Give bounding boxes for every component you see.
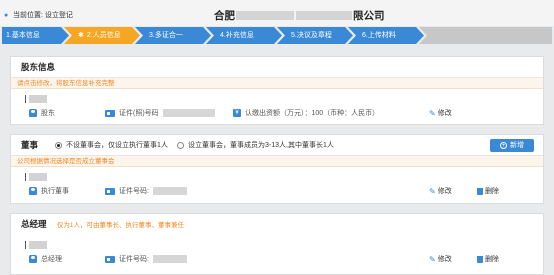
breadcrumb: ● 当前位置: 设立登记 <box>4 10 73 20</box>
board-title: 董事 <box>21 140 39 150</box>
director-role: 执行董事 <box>29 186 69 196</box>
delete-label: 删除 <box>485 188 499 195</box>
step-upload-materials[interactable]: 6.上传材料 <box>348 27 424 44</box>
option-with-board[interactable]: 设立董事会，董事成员为3-13人,其中董事长1人 <box>177 135 334 156</box>
redacted-id-number <box>152 255 187 263</box>
board-panel: 董事 不设董事会，仅设立执行董事1人 设立董事会，董事成员为3-13人,其中董事… <box>10 134 544 204</box>
edit-label: 修改 <box>437 110 452 117</box>
radio-selected[interactable] <box>55 142 62 149</box>
step-label: 4.补充信息 <box>220 32 254 39</box>
step-label: 6.上传材料 <box>362 32 396 39</box>
board-header: 董事 不设董事会，仅设立执行董事1人 设立董事会，董事成员为3-13人,其中董事… <box>11 135 543 156</box>
step-resolution[interactable]: 5.决议及章程 <box>277 27 353 44</box>
manager-note: 仅为1人，可由董事长、执行董事、董事兼任 <box>56 222 185 229</box>
money-icon: ¥ <box>233 109 241 117</box>
redacted-id-number <box>162 109 215 117</box>
company-name-prefix: 合肥 <box>214 10 235 22</box>
id-label: 证件号码: <box>119 188 149 195</box>
role-label: 执行董事 <box>41 188 69 195</box>
trash-icon <box>477 255 483 263</box>
director-edit-button[interactable]: ✎ 修改 <box>429 186 452 196</box>
redacted-director-name <box>29 173 47 181</box>
redacted-company-name-2 <box>296 11 352 20</box>
row-marker <box>25 95 26 103</box>
manager-id: 证件号码: <box>105 254 187 264</box>
runner-icon: ✱ <box>78 32 84 39</box>
id-label: 证件(照)号码 <box>119 110 159 117</box>
manager-header: 总经理 仅为1人，可由董事长、执行董事、董事兼任 <box>11 214 543 235</box>
edit-label: 修改 <box>437 188 452 195</box>
director-delete-button[interactable]: 删除 <box>477 186 499 196</box>
redacted-manager-name <box>29 241 47 249</box>
pencil-icon: ✎ <box>429 186 436 196</box>
shareholder-capital: ¥ 认缴出资额（万元）：100（币种：人民币） <box>233 108 379 118</box>
pencil-icon: ✎ <box>429 108 436 118</box>
row-marker <box>25 241 26 249</box>
id-card-icon <box>105 255 115 263</box>
shareholder-role: 股东 <box>29 108 55 118</box>
shareholder-edit-button[interactable]: ✎ 修改 <box>429 108 452 118</box>
redacted-id-number <box>152 187 187 195</box>
company-name-suffix: 限公司 <box>353 10 385 22</box>
manager-title: 总经理 <box>21 219 47 229</box>
person-icon <box>29 255 37 263</box>
id-card-icon <box>105 109 115 117</box>
radio-unselected[interactable] <box>177 142 184 149</box>
capital-label: 认缴出资额（万元）：100（币种：人民币） <box>245 110 380 117</box>
breadcrumb-label: 当前位置: 设立登记 <box>13 12 73 19</box>
step-personnel-info[interactable]: ✱ 2.人员信息 <box>64 27 140 44</box>
step-label: 3.多证合一 <box>149 32 183 39</box>
option-no-board-label: 不设董事会，仅设立执行董事1人 <box>66 142 168 149</box>
row-marker <box>25 173 26 181</box>
add-director-button[interactable]: + 新增 <box>490 139 534 152</box>
trash-icon <box>477 187 483 195</box>
step-basic-info[interactable]: 1.基本信息 <box>2 27 69 44</box>
shareholder-title-text: 股东信息 <box>21 62 56 72</box>
board-warning: 公司根据情况选择是否成立董事会 <box>11 156 543 167</box>
step-label: 1.基本信息 <box>6 32 40 39</box>
director-id: 证件号码: <box>105 186 187 196</box>
manager-role: 总经理 <box>29 254 62 264</box>
top-bar: ● 当前位置: 设立登记 合肥 限公司 <box>0 0 554 26</box>
shareholder-title: 股东信息 <box>11 57 543 78</box>
company-title: 合肥 限公司 <box>214 8 385 23</box>
person-icon <box>29 109 37 117</box>
step-label: 2.人员信息 <box>86 32 121 39</box>
edit-label: 修改 <box>437 256 452 263</box>
manager-delete-button[interactable]: 删除 <box>477 254 499 264</box>
delete-label: 删除 <box>485 256 499 263</box>
step-multi-license[interactable]: 3.多证合一 <box>135 27 211 44</box>
manager-edit-button[interactable]: ✎ 修改 <box>429 254 452 264</box>
role-label: 股东 <box>41 110 55 117</box>
redacted-shareholder-name <box>29 95 47 103</box>
step-supplement-info[interactable]: 4.补充信息 <box>206 27 282 44</box>
option-with-board-label: 设立董事会，董事成员为3-13人,其中董事长1人 <box>188 142 334 149</box>
step-progress: 1.基本信息 ✱ 2.人员信息 3.多证合一 4.补充信息 5.决议及章程 6.上… <box>2 27 552 44</box>
shareholder-warning: 请点击修改，将股东信息补充完整 <box>11 78 543 89</box>
add-label: 新增 <box>510 142 524 149</box>
step-label: 5.决议及章程 <box>291 32 332 39</box>
plus-icon: + <box>500 142 507 149</box>
role-label: 总经理 <box>41 256 62 263</box>
manager-panel: 总经理 仅为1人，可由董事长、执行董事、董事兼任 总经理 证件号码: ✎ 修改 … <box>10 213 544 275</box>
shareholder-row: 股东 证件(照)号码 ¥ 认缴出资额（万元）：100（币种：人民币） ✎ 修改 <box>11 89 543 125</box>
pencil-icon: ✎ <box>429 254 436 264</box>
id-card-icon <box>105 187 115 195</box>
person-icon <box>29 187 37 195</box>
option-no-board[interactable]: 不设董事会，仅设立执行董事1人 <box>55 135 168 156</box>
id-label: 证件号码: <box>119 256 149 263</box>
director-row: 执行董事 证件号码: ✎ 修改 删除 <box>11 167 543 203</box>
shareholder-id: 证件(照)号码 <box>105 108 215 118</box>
location-pin-icon: ● <box>4 11 9 19</box>
manager-row: 总经理 证件号码: ✎ 修改 删除 <box>11 235 543 271</box>
shareholder-panel: 股东信息 请点击修改，将股东信息补充完整 股东 证件(照)号码 ¥ 认缴出资额（… <box>10 56 544 125</box>
step-tail <box>419 27 552 44</box>
redacted-company-name <box>236 11 294 20</box>
